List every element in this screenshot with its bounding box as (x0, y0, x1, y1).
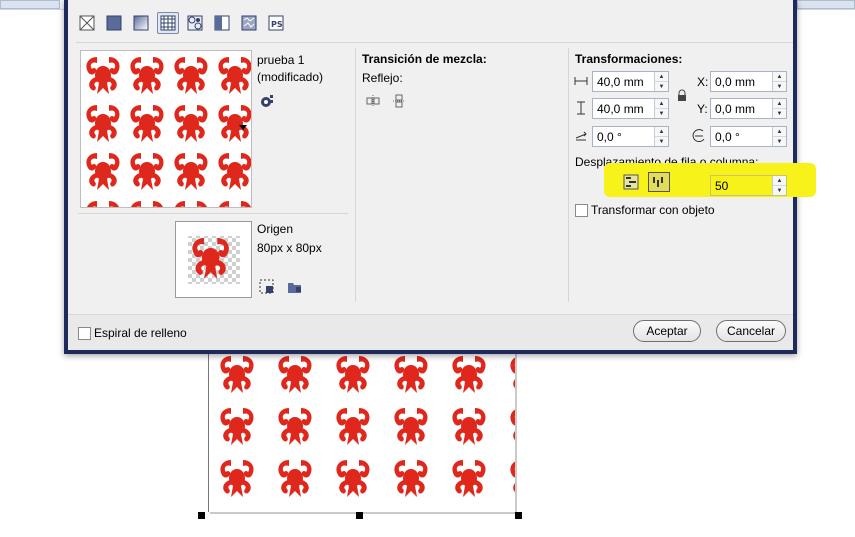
set-origin-icon[interactable] (258, 278, 276, 296)
origin-size: 80px x 80px (257, 241, 322, 255)
spiral-fill-checkbox[interactable] (78, 327, 91, 340)
pattern-fill-dialog: PS prueba 1 (modificado) Origen 80px x 8… (64, 0, 816, 354)
pattern-preview-svg (81, 51, 251, 207)
y-value[interactable]: 0,0 mm (711, 102, 772, 116)
selection-handle[interactable] (356, 512, 363, 519)
transform-with-object-checkbox[interactable] (575, 204, 588, 217)
skew-spin-arrows[interactable]: ▲ ▼ (772, 127, 786, 146)
no-fill-icon[interactable] (76, 12, 98, 34)
y-spin-arrows[interactable]: ▲ ▼ (772, 99, 786, 118)
column-offset-icon[interactable] (648, 172, 670, 192)
divider (78, 213, 348, 214)
transform-title: Transformaciones: (575, 52, 683, 66)
mirror-horizontal-icon[interactable] (364, 92, 382, 110)
pattern-filled-rectangle[interactable] (208, 350, 515, 512)
y-field[interactable]: 0,0 mm ▲ ▼ (710, 98, 787, 119)
pattern-dropdown-arrow-icon[interactable] (239, 125, 247, 130)
origin-preview (175, 221, 252, 298)
bitmap-pattern-icon[interactable] (211, 12, 233, 34)
gradient-fill-icon[interactable] (130, 12, 152, 34)
width-spin-arrows[interactable]: ▲ ▼ (654, 72, 668, 91)
accept-button[interactable]: Aceptar (633, 320, 701, 342)
offset-spin-arrows[interactable]: ▲ ▼ (772, 176, 786, 195)
rotation-spin-arrows[interactable]: ▲ ▼ (654, 127, 668, 146)
reflection-label: Reflejo: (362, 71, 403, 85)
x-value[interactable]: 0,0 mm (711, 75, 772, 89)
x-label: X: (697, 75, 709, 89)
svg-text:PS: PS (271, 20, 283, 29)
origin-tile-svg (188, 236, 240, 284)
fill-type-toolbar: PS (76, 12, 287, 36)
pattern-status: (modificado) (257, 70, 324, 84)
skew-field[interactable]: 0,0 ° ▲ ▼ (710, 126, 787, 147)
texture-fill-icon[interactable] (238, 12, 260, 34)
uniform-fill-icon[interactable] (103, 12, 125, 34)
height-icon (572, 99, 590, 117)
divider (568, 48, 569, 302)
pattern-fill-svg (209, 350, 515, 512)
transform-with-object-label: Transformar con objeto (591, 203, 715, 217)
rotation-value[interactable]: 0,0 ° (593, 130, 654, 144)
skew-icon (690, 127, 708, 145)
open-pattern-icon[interactable] (286, 278, 304, 296)
width-value[interactable]: 40,0 mm (593, 75, 654, 89)
x-field[interactable]: 0,0 mm ▲ ▼ (710, 71, 787, 92)
blend-title: Transición de mezcla: (362, 52, 487, 66)
pattern-preview[interactable] (80, 50, 252, 208)
offset-value[interactable]: 50 (711, 179, 772, 193)
skew-value[interactable]: 0,0 ° (711, 130, 772, 144)
ruler-segment (797, 0, 855, 9)
origin-label: Origen (257, 222, 294, 236)
row-offset-icon[interactable] (622, 173, 640, 191)
selection-handle[interactable] (198, 512, 205, 519)
postscript-fill-icon[interactable]: PS (265, 12, 287, 34)
width-icon (572, 72, 590, 90)
height-value[interactable]: 40,0 mm (593, 102, 654, 116)
height-spin-arrows[interactable]: ▲ ▼ (654, 99, 668, 118)
divider (355, 48, 356, 302)
offset-field[interactable]: 50 ▲ ▼ (710, 175, 787, 196)
cancel-button[interactable]: Cancelar (716, 320, 786, 342)
rotate-icon (572, 127, 590, 145)
divider (76, 42, 793, 43)
lock-ratio-icon[interactable] (673, 87, 691, 105)
y-label: Y: (697, 102, 708, 116)
selection-handle[interactable] (515, 512, 522, 519)
two-color-pattern-icon[interactable] (184, 12, 206, 34)
width-field[interactable]: 40,0 mm ▲ ▼ (592, 71, 669, 92)
height-field[interactable]: 40,0 mm ▲ ▼ (592, 98, 669, 119)
rotation-field[interactable]: 0,0 ° ▲ ▼ (592, 126, 669, 147)
mirror-vertical-icon[interactable] (390, 92, 408, 110)
pattern-fill-icon[interactable] (157, 12, 179, 34)
pattern-name: prueba 1 (257, 53, 305, 67)
x-spin-arrows[interactable]: ▲ ▼ (772, 72, 786, 91)
spiral-fill-label: Espiral de relleno (94, 326, 187, 340)
ruler-segment (0, 0, 60, 9)
edit-pattern-icon[interactable] (258, 92, 276, 110)
